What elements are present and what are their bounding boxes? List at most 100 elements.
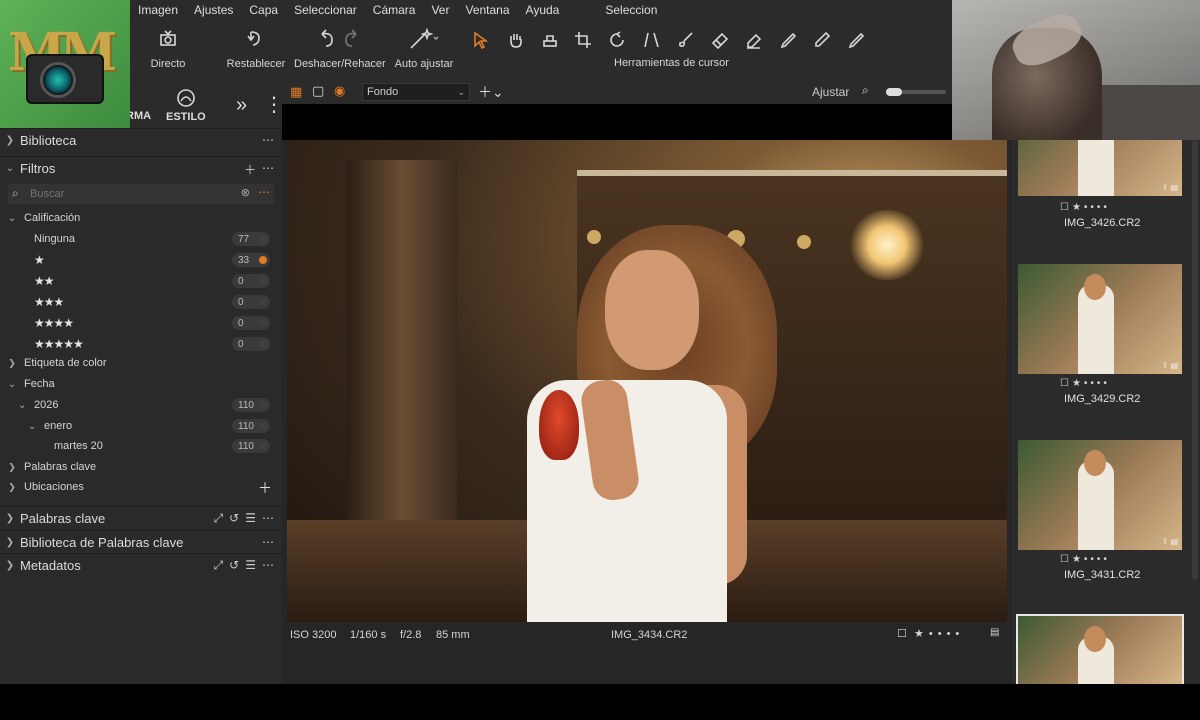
add-view-icon[interactable]: ＋⌄ xyxy=(478,82,504,102)
section-biblioteca-palabras[interactable]: ❯ Biblioteca de Palabras clave ⋯ xyxy=(0,530,282,554)
menu-capa[interactable]: Capa xyxy=(241,3,286,17)
rotate-icon[interactable] xyxy=(606,30,630,50)
more-options-icon[interactable]: ⋯ xyxy=(262,161,274,178)
group-palabras-clave[interactable]: ❯ Palabras clave xyxy=(0,457,282,477)
thumb-rating[interactable]: ☐★•••• xyxy=(1060,202,1110,213)
chevron-right-icon: ❯ xyxy=(8,461,16,472)
section-biblioteca[interactable]: ❯ Biblioteca ⋯ xyxy=(0,128,282,152)
shutter-value: 1/160 s xyxy=(350,629,387,641)
section-palabras-clave[interactable]: ❯ Palabras clave ⤢ ↺ ☰ ⋯ xyxy=(0,506,282,530)
thumbnail[interactable]: ⇪ ▤ xyxy=(1018,440,1182,550)
more-tabs-icon[interactable]: » xyxy=(236,94,247,117)
count-badge: 110 xyxy=(232,419,270,433)
background-select[interactable]: Fondo ⌄ xyxy=(362,83,470,101)
color-picker-icon[interactable] xyxy=(810,30,834,50)
reset-icon[interactable]: ↺ xyxy=(229,558,239,573)
stamp-icon[interactable] xyxy=(538,30,562,50)
more-options-icon[interactable]: ⋯ xyxy=(262,511,274,526)
annotation-pen-icon[interactable] xyxy=(844,30,868,50)
calificacion-label: Calificación xyxy=(24,212,81,224)
viewer-toolbar: ▦ ▢ ◉ Fondo ⌄ ＋⌄ Ajustar ⌕ xyxy=(282,80,952,104)
group-ubicaciones[interactable]: ❯ Ubicaciones ＋ xyxy=(0,477,282,497)
reset-icon xyxy=(226,26,286,52)
select-checkbox-icon[interactable]: ☐ xyxy=(897,627,907,640)
fecha-day[interactable]: martes 20 110 xyxy=(0,436,282,456)
search-input[interactable] xyxy=(30,188,230,200)
search-options-icon[interactable]: ⋯ xyxy=(258,185,270,199)
star-rating-icon: ★★ xyxy=(34,274,54,288)
filter-ninguna[interactable]: Ninguna 77 xyxy=(0,229,282,249)
section-filtros[interactable]: ⌄ Filtros ＋ ⋯ xyxy=(0,156,282,180)
grid-view-icon[interactable]: ▦ xyxy=(290,84,302,100)
thumb-rating[interactable]: ☐★•••• xyxy=(1060,378,1110,389)
filter-1-star[interactable]: ★ 33 xyxy=(0,250,282,270)
add-icon[interactable]: ＋ xyxy=(244,161,256,178)
star-rating-icon: ★★★★ xyxy=(34,316,74,330)
more-options-icon[interactable]: ⋯ xyxy=(262,133,274,147)
thumb-rating[interactable]: ☐★•••• xyxy=(1060,554,1110,565)
gradient-mask-icon[interactable] xyxy=(708,30,732,50)
thumb-filename: IMG_3431.CR2 xyxy=(1064,569,1141,581)
more-options-icon[interactable]: ⋯ xyxy=(262,558,274,573)
restablecer-button[interactable]: Restablecer xyxy=(226,26,286,70)
capture-one-window: Imagen Ajustes Capa Seleccionar Cámara V… xyxy=(0,0,1200,686)
zoom-out-icon[interactable]: ⌕ xyxy=(862,83,869,98)
group-fecha[interactable]: ⌄ Fecha xyxy=(0,374,282,394)
group-etiqueta-color[interactable]: ❯ Etiqueta de color xyxy=(0,353,282,373)
crop-icon[interactable] xyxy=(572,30,596,50)
filter-4-star[interactable]: ★★★★ 0 xyxy=(0,313,282,333)
zoom-slider[interactable] xyxy=(886,88,946,96)
tab-estilo[interactable]: ESTILO xyxy=(166,88,206,123)
thumbnail[interactable]: ⇪ ▤ xyxy=(1018,264,1182,374)
main-image-viewer[interactable] xyxy=(287,140,1007,622)
directo-button[interactable]: Directo xyxy=(148,26,188,70)
add-icon[interactable]: ＋ xyxy=(258,478,272,498)
menu-ver[interactable]: Ver xyxy=(423,3,457,17)
filter-3-star[interactable]: ★★★ 0 xyxy=(0,292,282,312)
hand-pan-icon[interactable] xyxy=(504,30,528,50)
menu-ayuda[interactable]: Ayuda xyxy=(518,3,568,17)
reset-icon[interactable]: ↺ xyxy=(229,511,239,526)
undo-redo-button[interactable]: Deshacer/Rehacer xyxy=(294,26,386,70)
menu-ventana[interactable]: Ventana xyxy=(457,3,517,17)
select-cursor-icon[interactable] xyxy=(470,30,494,50)
count-badge: 110 xyxy=(232,398,270,412)
browser-scrollbar[interactable] xyxy=(1192,140,1198,580)
fecha-month[interactable]: ⌄ enero 110 xyxy=(0,416,282,436)
thumb-head xyxy=(1084,450,1106,476)
filter-5-star[interactable]: ★★★★★ 0 xyxy=(0,334,282,354)
metadata-icon[interactable]: ▤ xyxy=(990,627,999,638)
tab-estilo-label: ESTILO xyxy=(166,111,206,123)
list-icon[interactable]: ☰ xyxy=(245,558,256,573)
fecha-year[interactable]: ⌄ 2026 110 xyxy=(0,395,282,415)
menu-camara[interactable]: Cámara xyxy=(365,3,424,17)
keystone-icon[interactable] xyxy=(640,30,664,50)
group-calificacion[interactable]: ⌄ Calificación xyxy=(0,208,282,228)
zoom-fit-label[interactable]: Ajustar xyxy=(812,85,849,99)
filter-2-star[interactable]: ★★ 0 xyxy=(0,271,282,291)
auto-ajustar-button[interactable]: Auto ajustar xyxy=(392,26,456,70)
section-metadatos[interactable]: ❯ Metadatos ⤢ ↺ ☰ ⋯ xyxy=(0,553,282,577)
menu-ajustes[interactable]: Ajustes xyxy=(186,3,241,17)
eraser-icon[interactable] xyxy=(742,30,766,50)
list-icon[interactable]: ☰ xyxy=(245,511,256,526)
copy-apply-icon[interactable]: ⤢ xyxy=(214,511,224,526)
etiqueta-color-label: Etiqueta de color xyxy=(24,357,107,369)
copy-apply-icon[interactable]: ⤢ xyxy=(214,558,224,573)
more-options-icon[interactable]: ⋯ xyxy=(262,535,274,549)
menu-imagen[interactable]: Imagen xyxy=(130,3,186,17)
kebab-menu-icon[interactable]: ⋮ xyxy=(264,92,284,117)
section-biblioteca-palabras-title: Biblioteca de Palabras clave xyxy=(20,535,184,550)
brush-icon[interactable] xyxy=(674,30,698,50)
picker-icon[interactable] xyxy=(776,30,800,50)
filter-search-field[interactable]: ⌕ ⊗ ⋯ xyxy=(8,184,274,204)
clear-icon[interactable]: ⊗ xyxy=(241,186,250,199)
thumbnail-selected[interactable] xyxy=(1016,614,1184,686)
proof-view-icon[interactable]: ◉ xyxy=(334,83,345,99)
star-rating-icon[interactable]: ★•••• xyxy=(914,627,964,640)
section-metadatos-title: Metadatos xyxy=(20,558,81,573)
day-label: martes 20 xyxy=(54,440,103,452)
menu-seleccionar[interactable]: Seleccionar xyxy=(286,3,365,17)
auto-ajustar-label: Auto ajustar xyxy=(394,58,454,70)
single-view-icon[interactable]: ▢ xyxy=(312,83,324,99)
